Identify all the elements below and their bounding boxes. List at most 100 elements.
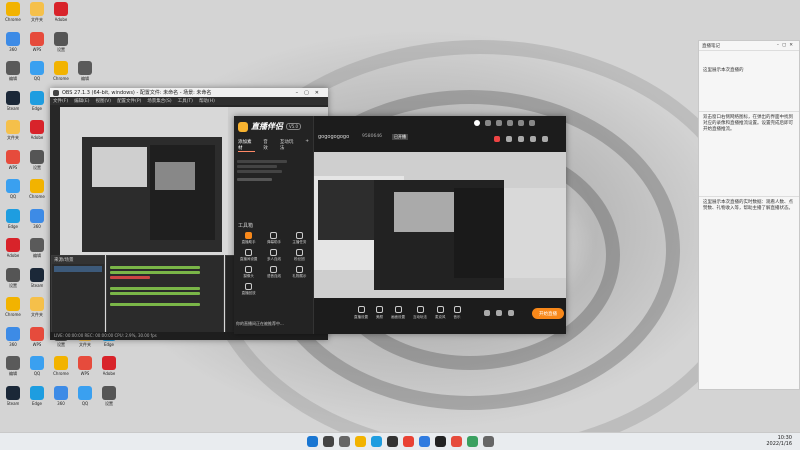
layout-icon[interactable] <box>542 136 548 142</box>
toolbox-item[interactable]: 粉丝团 <box>287 249 312 262</box>
desktop-icon[interactable]: 文件夹 <box>1 120 25 150</box>
desktop-icon[interactable]: 编辑 <box>1 356 25 386</box>
desktop-icon[interactable]: Chrome <box>25 179 49 209</box>
fullscreen-icon[interactable] <box>518 136 524 142</box>
menu-file[interactable]: 文件(F) <box>53 98 68 104</box>
bottom-tool-button[interactable]: 美颜 <box>376 306 383 320</box>
toolbox-item[interactable]: 语音连线 <box>261 266 286 279</box>
menu-tools[interactable]: 工具(T) <box>178 98 193 104</box>
desktop-icon[interactable]: 设置 <box>1 267 25 298</box>
bottom-tool-button[interactable]: 互动玩法 <box>413 306 427 320</box>
bottom-tool-button[interactable]: 画面设置 <box>391 306 405 320</box>
toolbox-item[interactable]: 弹幕助手 <box>261 232 286 245</box>
menu-icon[interactable] <box>507 120 513 126</box>
record-icon[interactable] <box>494 136 500 142</box>
file-explorer-icon[interactable] <box>354 436 366 447</box>
app3-icon[interactable] <box>466 436 478 447</box>
store-icon[interactable] <box>418 436 430 447</box>
menu-view[interactable]: 视图(V) <box>95 98 111 104</box>
desktop-icon[interactable]: 360 <box>49 385 73 416</box>
desktop-icon[interactable]: 设置 <box>97 385 121 416</box>
topbar-icons[interactable] <box>474 120 535 126</box>
desktop-icon[interactable]: Steam <box>1 90 25 121</box>
close-icon[interactable] <box>529 120 535 126</box>
desktop-icon[interactable]: Chrome <box>49 61 73 91</box>
desktop-icon[interactable]: WPS <box>25 326 49 357</box>
add-icon[interactable]: + <box>305 139 309 152</box>
toolbox-item[interactable]: 多人连线 <box>261 249 286 262</box>
start-live-button[interactable]: 开始直播 <box>532 308 564 319</box>
topbar-right-tools[interactable] <box>494 136 548 142</box>
notes-window-controls[interactable]: –▢✕ <box>777 43 796 48</box>
obs-titlebar[interactable]: OBS 27.1.3 (64-bit, windows) - 配置文件: 未命名… <box>50 88 328 97</box>
tab-add-material[interactable]: 添加素材 <box>238 139 256 152</box>
app2-icon[interactable] <box>450 436 462 447</box>
desktop-icon[interactable]: Edge <box>25 90 49 121</box>
desktop-icon[interactable]: WPS <box>25 31 49 62</box>
desktop-icon[interactable]: 编辑 <box>73 61 97 91</box>
camera-icon[interactable] <box>484 310 490 316</box>
settings-icon[interactable] <box>508 310 514 316</box>
desktop-icon[interactable]: Edge <box>1 208 25 239</box>
desktop-icon[interactable]: Chrome <box>1 297 25 327</box>
desktop-icon[interactable]: QQ <box>73 385 97 416</box>
scene-item[interactable] <box>54 266 102 272</box>
desktop-icon[interactable]: 设置 <box>49 31 73 62</box>
bottom-tool-button[interactable]: 直播设置 <box>354 306 368 320</box>
desktop-icon[interactable]: QQ <box>25 61 49 91</box>
desktop-icon[interactable]: Steam <box>25 267 49 298</box>
desktop-icon[interactable]: 设置 <box>25 149 49 180</box>
desktop-icon[interactable]: 编辑 <box>25 238 49 268</box>
desktop-icon[interactable]: 360 <box>1 326 25 357</box>
desktop-icon[interactable]: Chrome <box>1 2 25 32</box>
window-controls[interactable]: –▢✕ <box>296 90 325 96</box>
edge-icon[interactable] <box>370 436 382 447</box>
desktop-icon[interactable]: WPS <box>1 149 25 180</box>
toolbox-item[interactable]: 直播间设置 <box>236 249 261 262</box>
desktop-icon[interactable]: WPS <box>73 356 97 386</box>
toolbox-item[interactable]: 直播助手 <box>236 232 261 245</box>
toolbox-item[interactable]: 直播回放 <box>236 283 261 296</box>
desktop-icon[interactable]: 文件夹 <box>25 2 49 32</box>
menu-profile[interactable]: 配置文件(P) <box>117 98 141 104</box>
desktop-icon[interactable]: Adobe <box>49 2 73 32</box>
menu-edit[interactable]: 编辑(E) <box>74 98 89 104</box>
toolbox-item[interactable]: 主播任务 <box>287 232 312 245</box>
app-icon[interactable] <box>434 436 446 447</box>
desktop-icon[interactable]: 文件夹 <box>25 297 49 327</box>
search-icon[interactable] <box>322 436 334 447</box>
layers-icon[interactable] <box>496 310 502 316</box>
desktop-icon[interactable]: Edge <box>25 385 49 416</box>
toolbox-item[interactable]: 礼物展示 <box>287 266 312 279</box>
gear-icon[interactable] <box>496 120 502 126</box>
chrome-icon[interactable] <box>402 436 414 447</box>
desktop-icon[interactable]: Adobe <box>1 238 25 268</box>
avatar[interactable] <box>474 120 480 126</box>
tab-interactive[interactable]: 互动玩法 <box>280 139 297 152</box>
bottom-tool-button[interactable]: 麦克风 <box>435 306 446 320</box>
obs-icon[interactable] <box>386 436 398 447</box>
desktop-icon[interactable]: Adobe <box>25 120 49 150</box>
bottom-tool-button[interactable]: 音乐 <box>453 306 461 320</box>
minimize-icon[interactable] <box>518 120 524 126</box>
menu-scene-collection[interactable]: 场景集合(S) <box>147 98 171 104</box>
menu-help[interactable]: 帮助(H) <box>199 98 215 104</box>
desktop-icon[interactable]: 360 <box>25 208 49 239</box>
desktop-icon[interactable]: Steam <box>1 385 25 416</box>
desktop-icon[interactable]: QQ <box>1 179 25 209</box>
desktop-icon[interactable]: 编辑 <box>1 61 25 91</box>
windows-start-icon[interactable] <box>306 436 318 447</box>
desktop-icon[interactable]: 360 <box>1 31 25 62</box>
desktop-icon[interactable]: QQ <box>25 356 49 386</box>
share-icon[interactable] <box>506 136 512 142</box>
streamer-preview[interactable] <box>314 152 566 298</box>
app4-icon[interactable] <box>482 436 494 447</box>
message-icon[interactable] <box>485 120 491 126</box>
system-tray[interactable]: 10:30 2022/1/16 <box>766 435 792 447</box>
more-icon[interactable] <box>530 136 536 142</box>
task-view-icon[interactable] <box>338 436 350 447</box>
bottom-icons[interactable] <box>484 310 514 316</box>
desktop-icon[interactable]: Adobe <box>97 356 121 386</box>
desktop-icon[interactable]: Chrome <box>49 356 73 386</box>
toolbox-item[interactable]: 摄像头 <box>236 266 261 279</box>
